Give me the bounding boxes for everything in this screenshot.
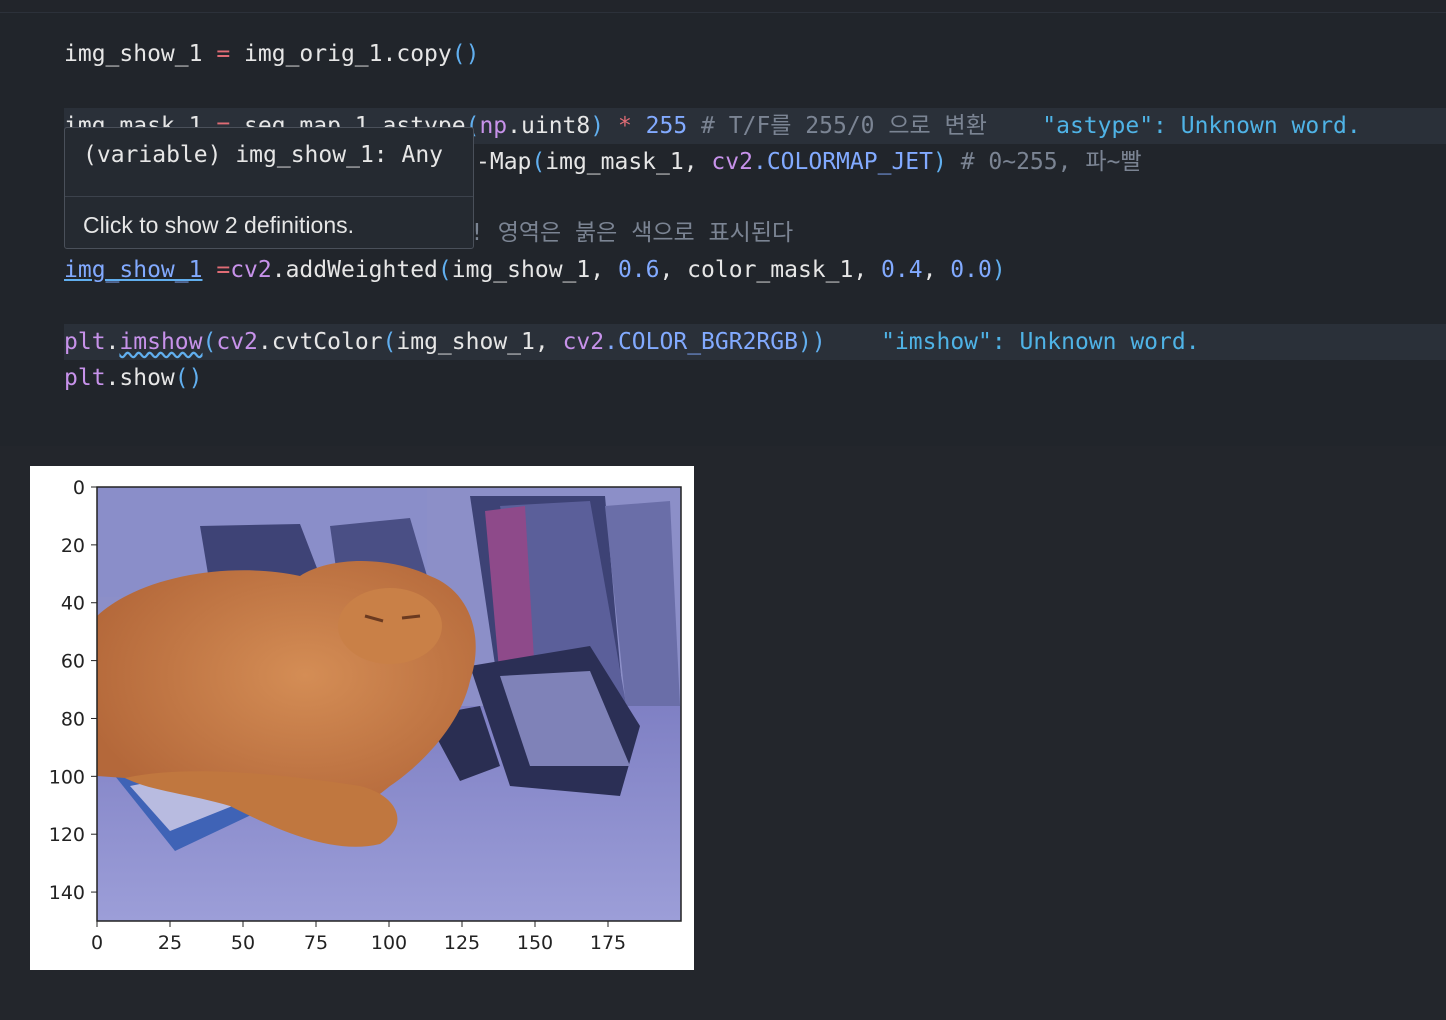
code-line-7[interactable]: plt.show() xyxy=(64,360,203,396)
matplotlib-figure: 0 25 50 75 100 125 150 175 0 20 40 60 80 100 120 140 xyxy=(30,466,694,970)
code-line-3[interactable]: -Map(img_mask_1, cv2.COLORMAP_JET) # 0~2… xyxy=(476,144,1141,180)
y-tick-label: 0 xyxy=(73,477,85,499)
show-definitions-link[interactable]: Click to show 2 definitions. xyxy=(83,208,354,242)
spell-warning-astype: "astype": Unknown word. xyxy=(1042,113,1361,139)
image-plot: 0 25 50 75 100 125 150 175 0 20 40 60 80 100 120 140 xyxy=(49,477,682,954)
x-tick-label: 125 xyxy=(444,932,480,954)
y-tick-label: 80 xyxy=(61,708,85,730)
code-line-4[interactable]: ! 영역은 붉은 색으로 표시된다 xyxy=(470,215,793,251)
code-line-5[interactable]: img_show_1 =cv2.addWeighted(img_show_1, … xyxy=(64,252,1006,288)
x-tick-label: 25 xyxy=(158,932,182,954)
x-tick-label: 0 xyxy=(91,932,103,954)
tooltip-signature: (variable) img_show_1: Any xyxy=(83,142,444,168)
y-tick-label: 120 xyxy=(49,824,85,846)
x-tick-label: 75 xyxy=(304,932,328,954)
x-tick-label: 150 xyxy=(517,932,553,954)
x-tick-label: 100 xyxy=(371,932,407,954)
y-tick-label: 100 xyxy=(49,766,85,788)
code-line-1[interactable]: img_show_1 = img_orig_1.copy() xyxy=(64,36,479,72)
hover-tooltip: (variable) img_show_1: Any Click to show… xyxy=(64,127,474,249)
spell-warning-imshow: "imshow": Unknown word. xyxy=(881,329,1200,355)
y-tick-label: 20 xyxy=(61,535,85,557)
tooltip-divider xyxy=(65,196,473,197)
variable-img-show-1[interactable]: img_show_1 xyxy=(64,257,202,283)
y-tick-label: 140 xyxy=(49,882,85,904)
code-line-6[interactable]: plt.imshow(cv2.cvtColor(img_show_1, cv2.… xyxy=(64,324,1200,360)
plot-image xyxy=(97,487,681,921)
x-tick-label: 175 xyxy=(590,932,626,954)
x-tick-label: 50 xyxy=(231,932,255,954)
y-tick-label: 40 xyxy=(61,593,85,615)
y-tick-label: 60 xyxy=(61,651,85,673)
